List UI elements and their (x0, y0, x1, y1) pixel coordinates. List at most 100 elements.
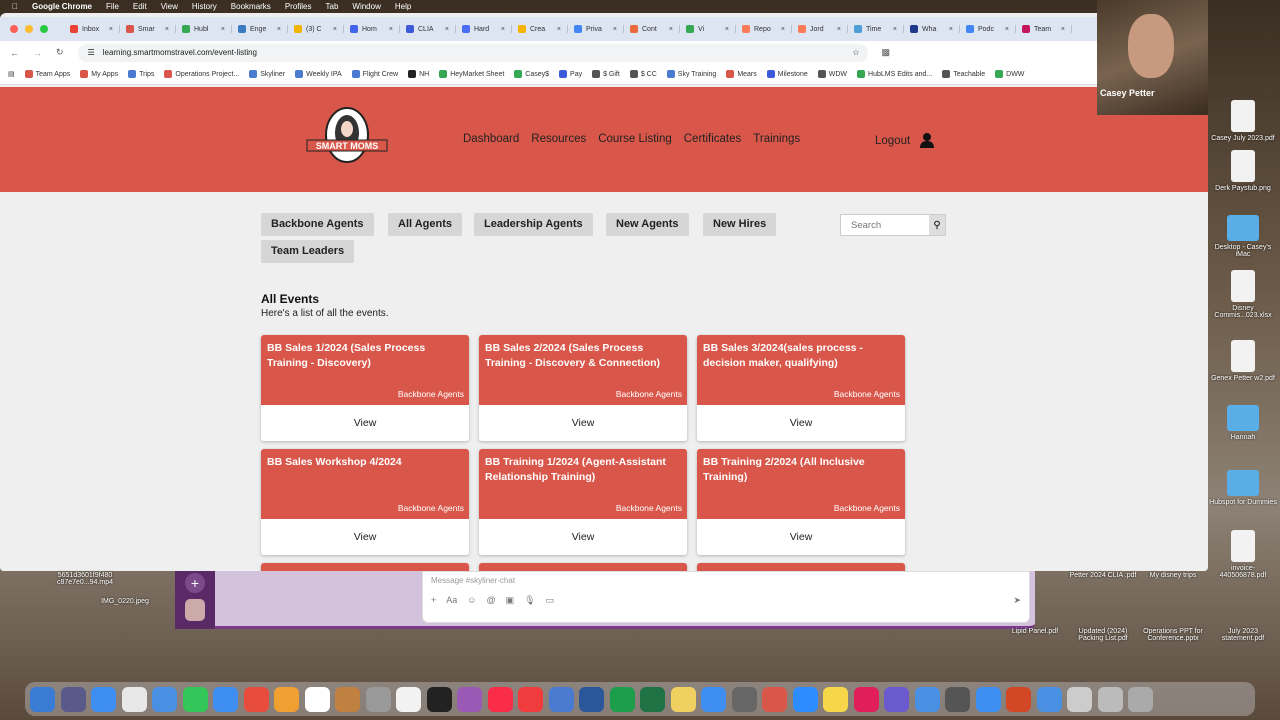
filter-all-agents[interactable]: All Agents (388, 213, 462, 236)
desktop-file-icon[interactable]: My disney trips (1138, 572, 1208, 579)
nav-resources[interactable]: Resources (531, 133, 586, 145)
search-icon[interactable]: ⚲ (929, 215, 945, 235)
browser-tab[interactable]: Inbox × (64, 25, 120, 33)
format-icon[interactable]: Aa (446, 595, 457, 606)
view-button[interactable]: View (479, 405, 687, 441)
desktop-file-icon[interactable]: Derk Paystub.png (1208, 150, 1278, 192)
menu-help[interactable]: Help (395, 2, 411, 11)
browser-tab[interactable]: Team × (1016, 25, 1072, 33)
reload-icon[interactable]: ↻ (56, 47, 64, 58)
browser-tab[interactable]: (3) C × (288, 25, 344, 33)
close-tab-icon[interactable]: × (613, 26, 617, 33)
browser-tab[interactable]: Enge × (232, 25, 288, 33)
bookmark-item[interactable]: Flight Crew (351, 70, 398, 78)
bookmark-item[interactable]: $ Gift (592, 70, 620, 78)
dock-app-icon[interactable] (1097, 686, 1123, 712)
dock-app-icon[interactable] (548, 686, 574, 712)
emoji-icon[interactable]: ☺ (467, 595, 476, 606)
nav-trainings[interactable]: Trainings (753, 133, 800, 145)
desktop-file-icon[interactable]: Hubspot for Dummies (1208, 470, 1278, 506)
apple-icon[interactable]:  (12, 2, 18, 11)
dock-app-icon[interactable] (274, 686, 299, 712)
desktop-file-icon[interactable]: Petter 2024 CLIA .pdf (1068, 572, 1138, 579)
bookmark-item[interactable]: Pay (559, 70, 582, 78)
bookmark-item[interactable]: Skyliner (249, 70, 285, 78)
browser-tab[interactable]: Hom × (344, 25, 400, 33)
menu-edit[interactable]: Edit (133, 2, 147, 11)
dock-app-icon[interactable] (914, 686, 940, 712)
menu-view[interactable]: View (161, 2, 178, 11)
dock-app-icon[interactable] (30, 686, 55, 712)
desktop-file-icon[interactable]: Casey July 2023.pdf (1208, 100, 1278, 142)
dock-app-icon[interactable] (670, 686, 696, 712)
dock-app-icon[interactable] (1006, 686, 1031, 712)
bookmark-item[interactable]: $ CC (629, 70, 657, 78)
event-title[interactable]: BB Sales 2/2024 (Sales Process Training … (485, 341, 681, 370)
nav-dashboard[interactable]: Dashboard (463, 133, 519, 145)
close-tab-icon[interactable]: × (501, 26, 505, 33)
bookmark-item[interactable]: Trips (128, 70, 154, 78)
dock-app-icon[interactable] (792, 686, 818, 712)
search-input[interactable] (841, 215, 929, 235)
add-workspace-icon[interactable]: + (185, 573, 205, 593)
bookmark-item[interactable]: HeyMarket Sheet (439, 70, 504, 78)
browser-tab[interactable]: Vi × (680, 25, 736, 33)
event-title[interactable]: BB Training 1/2024 (Agent-Assistant Rela… (485, 455, 681, 484)
view-button[interactable]: View (697, 405, 905, 441)
dock-app-icon[interactable] (335, 686, 360, 712)
bookmark-item[interactable]: Casey$ (514, 70, 549, 78)
dock-app-icon[interactable] (975, 686, 1001, 712)
dock-app-icon[interactable] (396, 686, 421, 712)
slash-icon[interactable]: ▭ (546, 595, 555, 606)
plus-icon[interactable]: + (431, 595, 436, 606)
avatar[interactable] (185, 599, 205, 621)
dock-app-icon[interactable] (640, 686, 665, 712)
bookmark-item[interactable]: NH (408, 70, 429, 78)
dock-app-icon[interactable] (1036, 686, 1062, 712)
nav-certificates[interactable]: Certificates (684, 133, 742, 145)
dock-app-icon[interactable] (884, 686, 909, 712)
bookmark-item[interactable]: DWW (995, 70, 1024, 78)
browser-tab[interactable]: CLIA × (400, 25, 456, 33)
desktop-file-icon[interactable]: Genex Petter w2.pdf (1208, 340, 1278, 382)
filter-backbone-agents[interactable]: Backbone Agents (261, 213, 374, 236)
close-tab-icon[interactable]: × (1061, 26, 1065, 33)
close-tab-icon[interactable]: × (837, 26, 841, 33)
desktop-file-icon[interactable]: Operations PPT for Conference.pptx (1138, 628, 1208, 642)
dock-app-icon[interactable] (1128, 686, 1153, 712)
dock-app-icon[interactable] (152, 686, 177, 712)
user-icon[interactable] (920, 133, 935, 148)
close-tab-icon[interactable]: × (389, 26, 393, 33)
bookmark-item[interactable]: HubLMS Edits and... (857, 70, 932, 78)
menu-file[interactable]: File (106, 2, 119, 11)
close-tab-icon[interactable]: × (669, 26, 673, 33)
bookmark-item[interactable]: Milestone (766, 70, 808, 78)
minimize-window-button[interactable] (25, 25, 33, 33)
browser-tab[interactable]: Priva × (568, 25, 624, 33)
dock-app-icon[interactable] (243, 686, 269, 712)
close-tab-icon[interactable]: × (109, 26, 113, 33)
dock-app-icon[interactable] (823, 686, 848, 712)
dock-app-icon[interactable] (304, 686, 330, 712)
view-button[interactable]: View (261, 519, 469, 555)
dock-app-icon[interactable] (91, 686, 116, 712)
event-title[interactable]: BB Sales 3/2024(sales process - decision… (703, 341, 899, 370)
address-bar[interactable]: ☰ learning.smartmomstravel.com/event-lis… (77, 43, 868, 62)
dock-app-icon[interactable] (1067, 686, 1092, 712)
filter-new-agents[interactable]: New Agents (606, 213, 689, 236)
logout-link[interactable]: Logout (875, 135, 910, 147)
close-tab-icon[interactable]: × (165, 26, 169, 33)
desktop-file-icon[interactable]: 5651d3601f9f480 c87e7e0...94.mp4 (50, 572, 120, 586)
dock-app-icon[interactable] (213, 686, 238, 712)
browser-tab[interactable]: Hard × (456, 25, 512, 33)
mic-icon[interactable]: 🎙 (524, 595, 535, 606)
browser-tab[interactable]: Repo × (736, 25, 792, 33)
close-tab-icon[interactable]: × (445, 26, 449, 33)
bookmark-item[interactable]: Sky Training (666, 70, 716, 78)
filter-team-leaders[interactable]: Team Leaders (261, 240, 355, 263)
close-tab-icon[interactable]: × (221, 26, 225, 33)
bookmark-item[interactable]: Mears (726, 70, 757, 78)
desktop-file-icon[interactable]: July 2023 statement.pdf (1208, 628, 1278, 642)
dock-app-icon[interactable] (853, 686, 879, 712)
apps-icon[interactable]: ▤ (8, 70, 15, 78)
